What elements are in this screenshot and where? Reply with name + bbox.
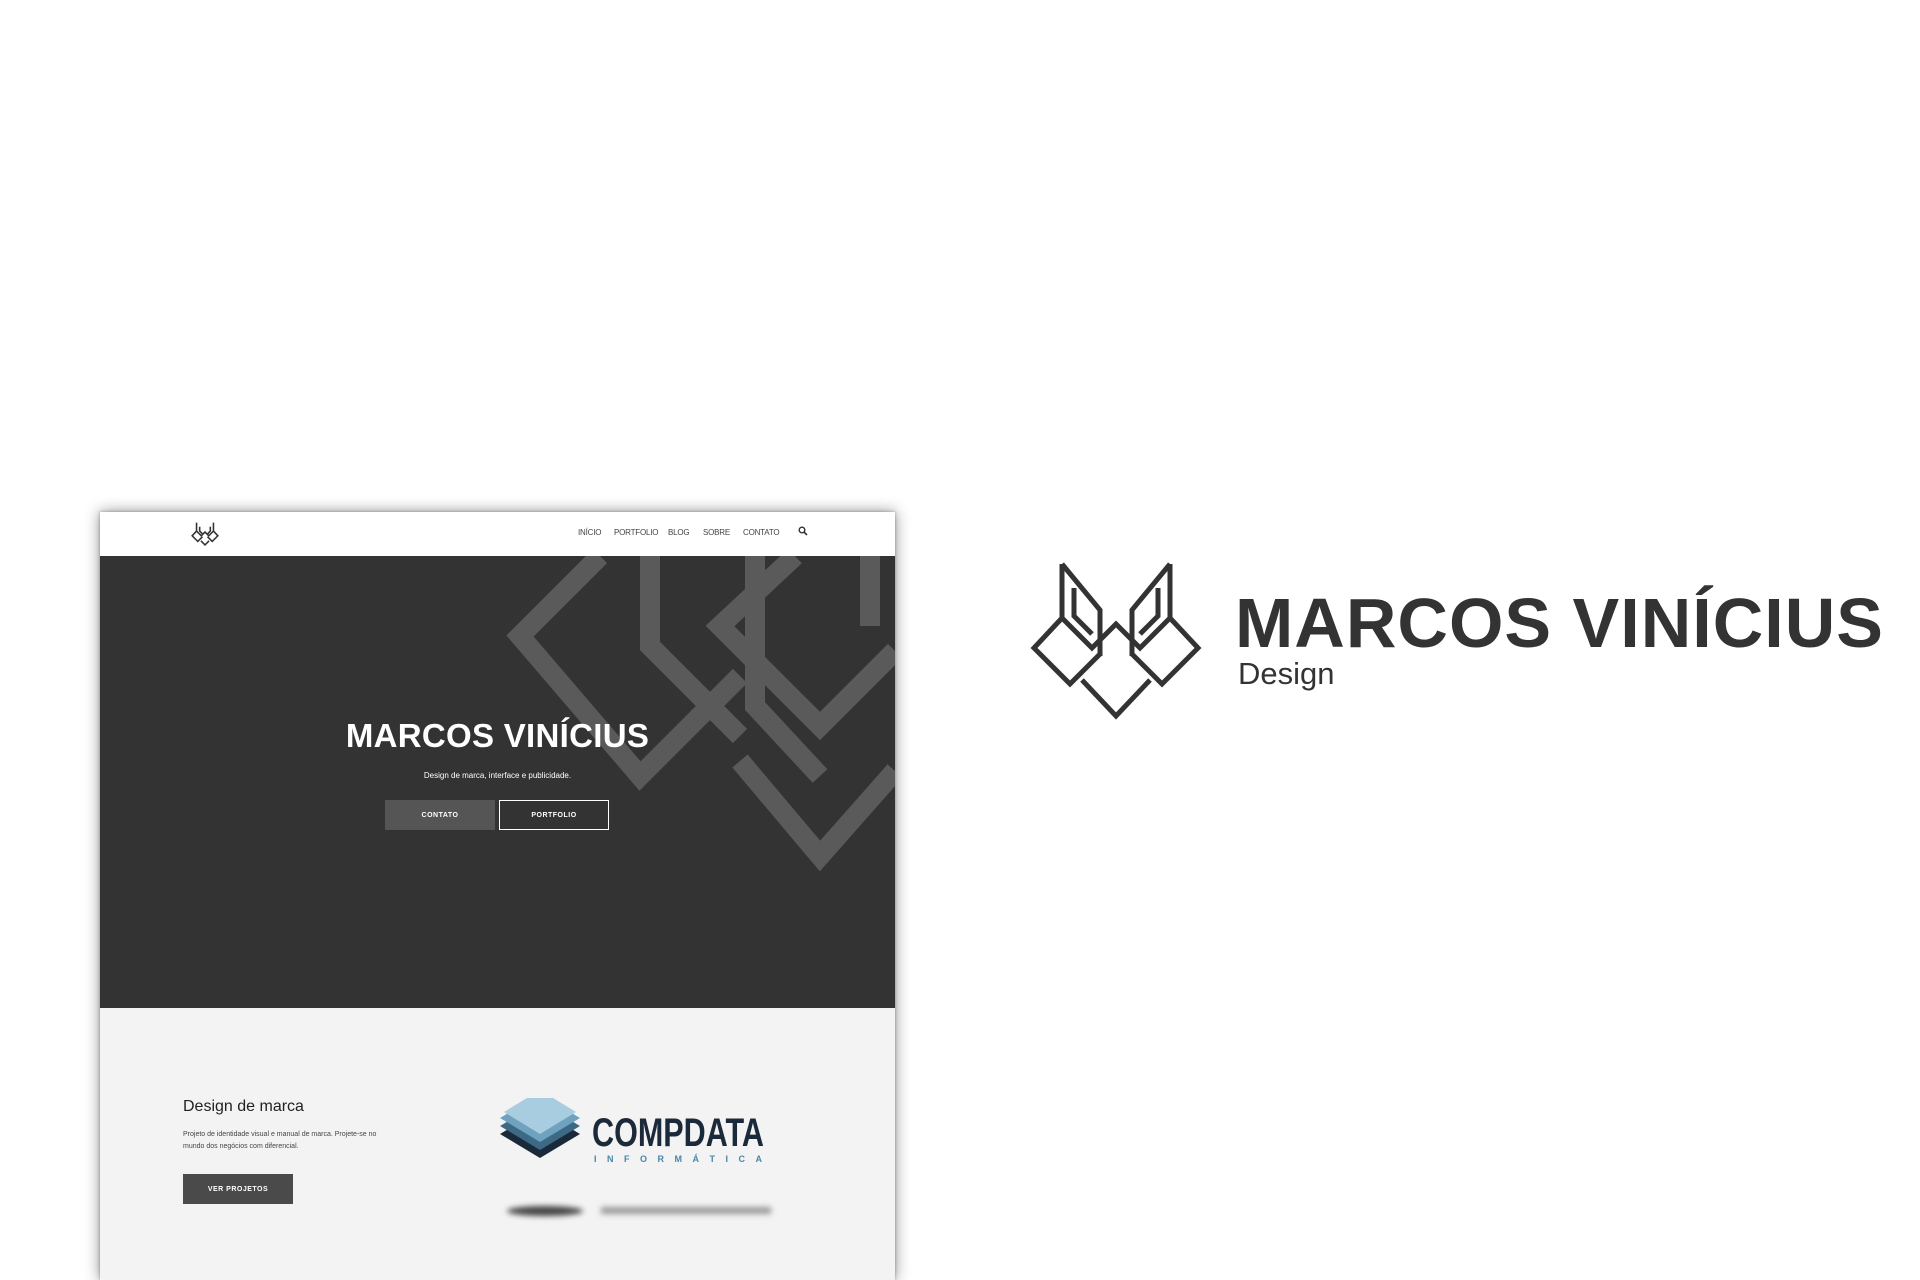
nav-item-blog[interactable]: BLOG — [668, 528, 690, 537]
brand-design-section: Design de marca Projeto de identidade vi… — [100, 1008, 895, 1280]
hero-background-pattern — [506, 556, 895, 872]
nav-menu: INÍCIO PORTFOLIO BLOG SOBRE CONTATO — [100, 528, 895, 542]
hero-subtitle: Design de marca, interface e publicidade… — [423, 771, 572, 780]
nav-item-contato[interactable]: CONTATO — [743, 528, 780, 537]
website-mockup: INÍCIO PORTFOLIO BLOG SOBRE CONTATO MARC… — [100, 512, 895, 1280]
brand-tagline: Design — [1238, 656, 1335, 691]
section-title: Design de marca — [183, 1098, 304, 1115]
portfolio-button[interactable]: PORTFOLIO — [499, 800, 609, 830]
site-header: INÍCIO PORTFOLIO BLOG SOBRE CONTATO — [100, 512, 895, 556]
compdata-logo: COMPDATA INFORMÁTICA — [500, 1098, 764, 1164]
nav-item-portfolio[interactable]: PORTFOLIO — [614, 528, 658, 537]
contato-button[interactable]: CONTATO — [385, 800, 495, 830]
section-description: Projeto de identidade visual e manual de… — [183, 1131, 377, 1150]
compdata-name: COMPDATA — [592, 1111, 764, 1155]
brand-name: MARCOS VINÍCIUS — [1235, 584, 1884, 662]
compdata-tagline: INFORMÁTICA — [594, 1154, 763, 1164]
brand-monogram-icon — [1030, 562, 1202, 720]
search-icon[interactable] — [798, 526, 808, 536]
hero-title: MARCOS VINÍCIUS — [345, 717, 650, 754]
ver-projetos-button[interactable]: VER PROJETOS — [183, 1174, 293, 1204]
nav-item-inicio[interactable]: INÍCIO — [578, 528, 601, 537]
hero-section: MARCOS VINÍCIUS Design de marca, interfa… — [100, 556, 895, 1008]
nav-item-sobre[interactable]: SOBRE — [703, 528, 730, 537]
compdata-reflection — [507, 1206, 771, 1216]
